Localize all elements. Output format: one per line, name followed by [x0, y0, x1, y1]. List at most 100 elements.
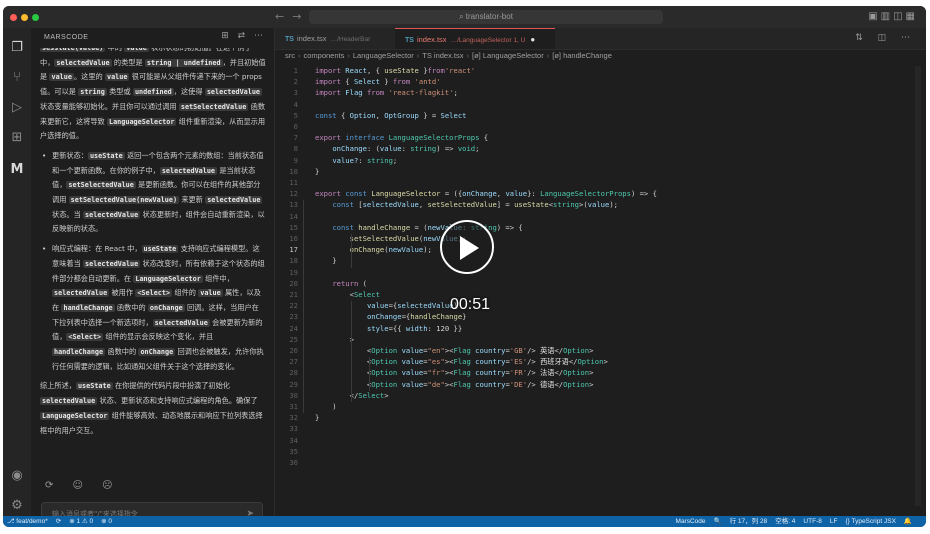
chat-text: 的类型是 [111, 57, 145, 67]
code-token: value? [332, 155, 359, 165]
run-debug-icon[interactable]: ▷ [9, 100, 25, 116]
status-item[interactable]: 🔍 [714, 518, 722, 525]
line-number: 17 [289, 245, 298, 255]
tab-languageselector-index[interactable]: TS index.tsx …/LanguageSelector 1, U ● [395, 28, 555, 49]
status-bar: ⎇ feat/demo* ⟳ ⊗ 1 ⚠ 0 ⊗ 0 MarsCode 🔍 行 17，列 … [3, 516, 926, 527]
chat-text: 状态变量能够初始化。并且你可以通过调用 [40, 101, 179, 111]
close-window-button[interactable] [10, 14, 17, 21]
inline-code: onChange [138, 348, 176, 357]
code-line: <Option value="es"><Flag country='ES'/> … [315, 357, 608, 367]
line-number: 2 [293, 77, 298, 87]
status-item[interactable]: 🔔 [904, 518, 912, 525]
code-line: const { Option, OptGroup } = Select [315, 111, 466, 120]
code-token: from [366, 88, 389, 98]
code-token: >< [444, 379, 454, 389]
code-area[interactable]: 1 import React, { useState }from'react' 2 i… [275, 66, 926, 516]
account-icon[interactable]: ◉ [9, 468, 25, 484]
breadcrumb-item[interactable]: LanguageSelector [353, 51, 414, 60]
code-token: > [384, 390, 389, 400]
maximize-window-button[interactable] [32, 14, 39, 21]
code-editor: TS index.tsx …/HeaderBar TS index.tsx …/Lang… [275, 28, 926, 516]
layout-toggle-icons[interactable]: ▣▥◫▦ [868, 11, 918, 22]
breadcrumb-separator: › [416, 51, 420, 60]
breadcrumb-item[interactable]: [ø] LanguageSelector [472, 51, 544, 60]
inline-code: selectedValue [152, 318, 210, 327]
code-token: } [315, 256, 337, 266]
code-token: > [589, 368, 594, 378]
line-number: 23 [289, 312, 298, 322]
breadcrumb-item[interactable]: src [285, 51, 295, 60]
code-token: ; [453, 88, 458, 98]
video-play-button[interactable] [440, 220, 494, 274]
code-token: Option [349, 110, 376, 120]
code-token: value [401, 379, 424, 389]
source-control-icon[interactable]: ⑂ [9, 70, 25, 86]
code-token: } [315, 413, 320, 423]
chat-text: 响应式编程：在 React 中， [52, 244, 142, 254]
status-bar-right: MarsCode 🔍 行 17，列 28 空格: 4 UTF-8 LF {} TypeScr… [676, 516, 920, 527]
tab-headerbar-index[interactable]: TS index.tsx …/HeaderBar [275, 28, 395, 49]
chat-header-icons[interactable]: ⊞ ⇄ ⋯ [221, 31, 266, 41]
breadcrumb-item[interactable]: components [304, 51, 345, 60]
minimize-window-button[interactable] [21, 14, 28, 21]
chat-feedback-actions[interactable]: ⟳ ☺ ☹ [45, 480, 121, 491]
status-item[interactable]: ⊗ 0 [101, 518, 112, 525]
inline-code: value [124, 48, 149, 52]
inline-code: handleChange [61, 303, 115, 312]
breadcrumb-item[interactable]: [ø] handleChange [552, 51, 612, 60]
command-search-box[interactable]: ⌕ translator-bot [309, 10, 663, 24]
code-token: }: [527, 189, 541, 199]
code-token: LanguageSelectorProps [540, 189, 631, 199]
status-item[interactable]: 行 17，列 28 [730, 518, 768, 525]
inline-code: undefined [132, 88, 174, 97]
status-item[interactable]: {} TypeScript JSX [845, 518, 895, 525]
breadcrumb-item[interactable]: TS index.tsx [422, 51, 463, 60]
status-item[interactable]: MarsCode [676, 518, 706, 525]
code-token: value [401, 346, 424, 355]
line-number: 8 [293, 144, 298, 154]
activity-bar: ❐ ⑂ ▷ ⊞ M ◉ ⚙ [3, 28, 32, 516]
code-token: width [405, 323, 428, 333]
code-token: useState [384, 66, 419, 75]
status-item[interactable]: UTF-8 [803, 518, 821, 525]
inline-code: selectedValue [40, 397, 98, 406]
code-token: = ( [410, 222, 428, 232]
code-token: const [332, 222, 359, 232]
extensions-icon[interactable]: ⊞ [9, 130, 25, 146]
chat-text: 在你提供的代码片段中扮演了初始化 [112, 381, 230, 391]
code-token: Select [353, 290, 380, 299]
status-item[interactable]: ⊗ 1 ⚠ 0 [69, 518, 93, 525]
minimap[interactable] [915, 66, 921, 506]
line-number: 29 [289, 379, 298, 389]
code-token: ) => { [496, 222, 523, 232]
code-token: } [379, 77, 393, 87]
editor-tabs: TS index.tsx …/HeaderBar TS index.tsx …/Lang… [275, 28, 926, 50]
line-number: 5 [293, 110, 298, 120]
code-token: > [603, 357, 608, 367]
status-item[interactable]: ⎇ feat/demo* [7, 518, 48, 525]
code-token: </ [554, 368, 564, 378]
nav-arrows[interactable]: ←→ [275, 10, 309, 23]
code-token: Flag [453, 346, 476, 355]
code-token: >< [444, 346, 454, 355]
code-token: Select [353, 77, 380, 87]
code-token: import [315, 66, 346, 75]
inline-code: selectedValue [52, 289, 110, 298]
line-number: 36 [289, 458, 298, 467]
code-token: onChange [366, 312, 402, 322]
editor-actions[interactable]: ⇅ ◫ ⋯ [855, 33, 916, 43]
settings-gear-icon[interactable]: ⚙ [9, 498, 25, 514]
status-item[interactable]: LF [830, 518, 838, 525]
status-item[interactable]: 空格: 4 [775, 518, 795, 525]
title-bar: ←→ ⌕ translator-bot ▣▥◫▦ [3, 6, 926, 29]
explorer-icon[interactable]: ❐ [9, 40, 25, 56]
status-item[interactable]: ⟳ [56, 518, 61, 525]
chat-bullet-update-state: 更新状态：useState 返回一个包含两个元素的数组：当前状态值和一个更新函数… [40, 149, 266, 236]
code-token: > [315, 334, 354, 344]
marscode-icon[interactable]: M [9, 162, 25, 178]
